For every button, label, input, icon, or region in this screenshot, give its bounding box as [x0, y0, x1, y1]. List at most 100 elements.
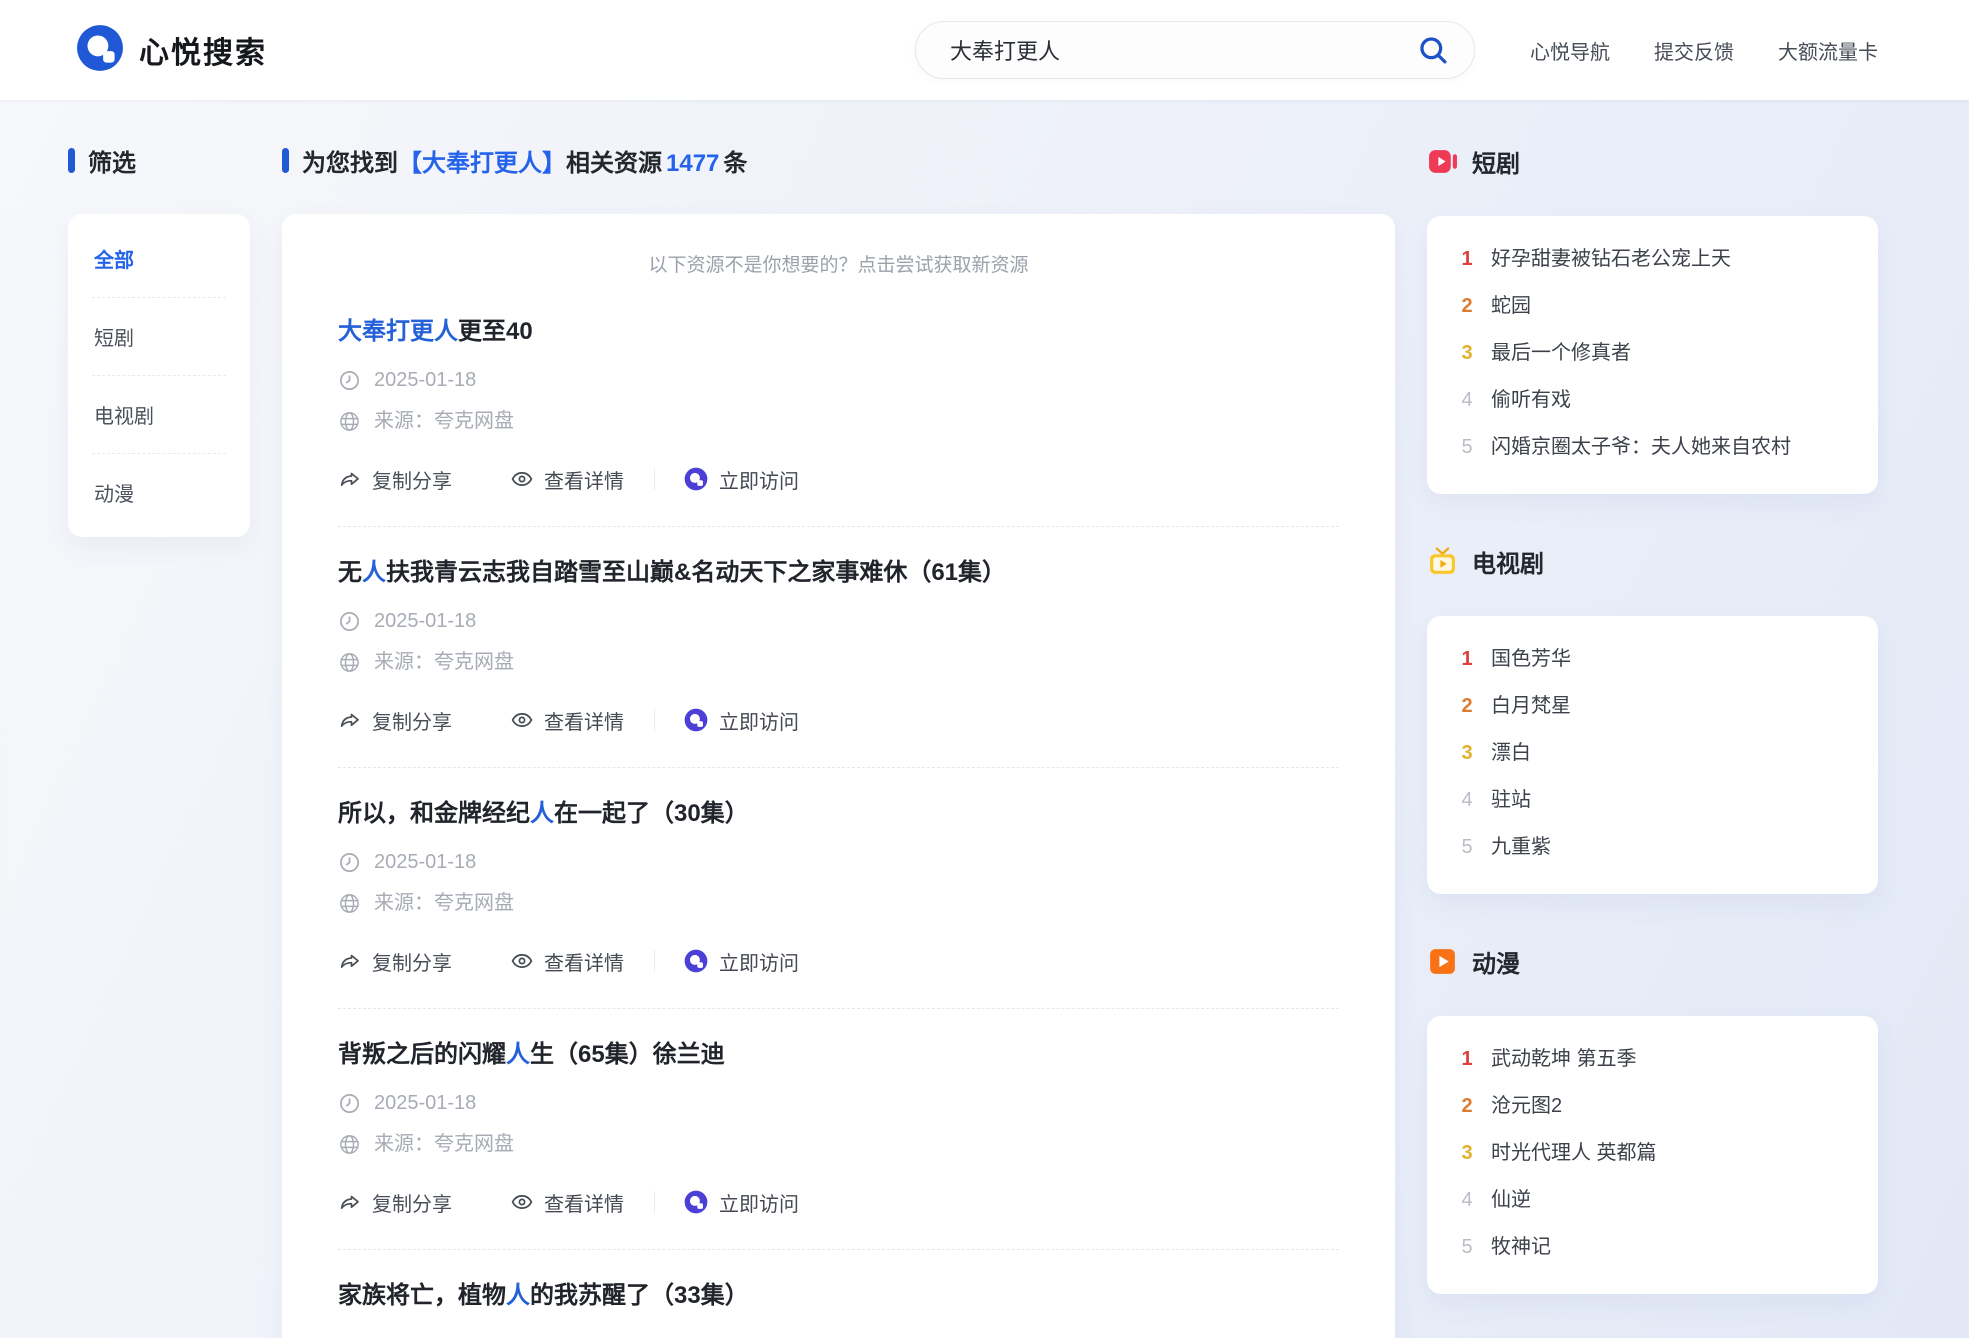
- title-text: 家族将亡，植物: [338, 1282, 506, 1309]
- vertical-divider: [654, 950, 655, 972]
- nav-link-feedback[interactable]: 提交反馈: [1654, 36, 1734, 65]
- ranking-title: 短剧: [1472, 144, 1520, 179]
- visit-icon: [683, 707, 709, 733]
- ranking-item[interactable]: 1武动乾坤 第五季: [1459, 1046, 1846, 1072]
- copy-share-label: 复制分享: [372, 706, 452, 735]
- view-details-button[interactable]: 查看详情: [510, 947, 624, 976]
- ranking-item[interactable]: 5闪婚京圈太子爷：夫人她来自农村: [1459, 434, 1846, 460]
- accent-bar: [282, 148, 289, 173]
- visit-now-button[interactable]: 立即访问: [683, 947, 799, 976]
- short-drama-icon: [1427, 146, 1458, 177]
- rank-label: 九重紫: [1491, 834, 1551, 860]
- result-title[interactable]: 无人扶我青云志我自踏雪至山巅&名动天下之家事难休（61集）: [338, 559, 1339, 587]
- ranking-item[interactable]: 2 白月梵星: [1459, 693, 1846, 719]
- result-title[interactable]: 所以，和金牌经纪人在一起了（30集）: [338, 800, 1339, 828]
- rank-number: 3: [1459, 340, 1475, 366]
- accent-bar: [68, 148, 75, 173]
- search-bar[interactable]: [915, 21, 1475, 79]
- rank-label: 国色芳华: [1491, 646, 1571, 672]
- view-details-button[interactable]: 查看详情: [510, 465, 624, 494]
- rank-label: 时光代理人 英都篇: [1491, 1140, 1657, 1166]
- ranking-item[interactable]: 3 最后一个修真者: [1459, 340, 1846, 366]
- ranking-item[interactable]: 3时光代理人 英都篇: [1459, 1140, 1846, 1166]
- copy-share-button[interactable]: 复制分享: [338, 1188, 452, 1217]
- rank-label: 好孕甜妻被钻石老公宠上天: [1491, 246, 1731, 272]
- copy-share-button[interactable]: 复制分享: [338, 947, 452, 976]
- highlighted-keyword: 人: [362, 559, 386, 586]
- visit-now-label: 立即访问: [719, 706, 799, 735]
- visit-now-button[interactable]: 立即访问: [683, 706, 799, 735]
- copy-share-button[interactable]: 复制分享: [338, 465, 452, 494]
- ranking-item[interactable]: 4驻站: [1459, 787, 1846, 813]
- result-title[interactable]: 家族将亡，植物人的我苏醒了（33集）: [338, 1282, 1339, 1310]
- rank-number: 5: [1459, 1234, 1475, 1260]
- search-icon[interactable]: [1416, 33, 1450, 67]
- ranking-header: 短剧: [1427, 146, 1878, 176]
- page-content: 筛选 全部短剧电视剧动漫 为您找到【大奉打更人】相关资源1477条 以下资源不是…: [0, 100, 1969, 1338]
- result-actions: 复制分享 查看详情 立即访问: [338, 705, 1339, 735]
- share-icon: [338, 708, 362, 732]
- clock-icon: [338, 369, 361, 392]
- rank-label: 最后一个修真者: [1491, 340, 1631, 366]
- view-details-button[interactable]: 查看详情: [510, 706, 624, 735]
- result-title[interactable]: 大奉打更人更至40: [338, 318, 1339, 346]
- ranking-item[interactable]: 2蛇园: [1459, 293, 1846, 319]
- ranking-item[interactable]: 1好孕甜妻被钻石老公宠上天: [1459, 246, 1846, 272]
- view-details-label: 查看详情: [544, 1188, 624, 1217]
- rank-label: 偷听有戏: [1491, 387, 1571, 413]
- vertical-divider: [654, 709, 655, 731]
- visit-icon: [683, 1189, 709, 1215]
- visit-now-label: 立即访问: [719, 1188, 799, 1217]
- rank-number: 4: [1459, 787, 1475, 813]
- visit-now-button[interactable]: 立即访问: [683, 465, 799, 494]
- result-actions: 复制分享 查看详情 立即访问: [338, 946, 1339, 976]
- clock-icon: [338, 610, 361, 633]
- result-date-row: 2025-01-18: [338, 367, 1339, 393]
- highlighted-keyword: 人: [506, 1282, 530, 1309]
- results-title: 为您找到【大奉打更人】相关资源1477条: [282, 146, 1395, 174]
- result-title[interactable]: 背叛之后的闪耀人生（65集）徐兰迪: [338, 1041, 1339, 1069]
- refresh-notice[interactable]: 以下资源不是你想要的？点击尝试获取新资源: [338, 254, 1339, 278]
- visit-now-button[interactable]: 立即访问: [683, 1188, 799, 1217]
- highlighted-keyword: 大奉打更人: [338, 318, 458, 345]
- filter-item-tv-drama[interactable]: 电视剧: [92, 376, 226, 454]
- ranking-item[interactable]: 5九重紫: [1459, 834, 1846, 860]
- search-result: 背叛之后的闪耀人生（65集）徐兰迪 2025-01-18 来源：夸克网盘复制分享 查看…: [338, 1041, 1339, 1250]
- filter-item-short-drama[interactable]: 短剧: [92, 298, 226, 376]
- ranking-item[interactable]: 4仙逆: [1459, 1187, 1846, 1213]
- ranking-card: 1武动乾坤 第五季 2沧元图2 3时光代理人 英都篇 4仙逆 5 牧神记: [1427, 1016, 1878, 1294]
- rank-label: 白月梵星: [1491, 693, 1571, 719]
- rank-number: 2: [1459, 693, 1475, 719]
- filter-item-all[interactable]: 全部: [92, 220, 226, 298]
- ranking-item[interactable]: 5 牧神记: [1459, 1234, 1846, 1260]
- filter-item-anime[interactable]: 动漫: [92, 454, 226, 531]
- eye-icon: [510, 708, 534, 732]
- ranking-card: 1国色芳华 2 白月梵星 3漂白 4驻站 5九重紫: [1427, 616, 1878, 894]
- ranking-item[interactable]: 4 偷听有戏: [1459, 387, 1846, 413]
- result-date: 2025-01-18: [374, 367, 476, 393]
- result-divider: [338, 767, 1339, 768]
- nav-link-xinyue-nav[interactable]: 心悦导航: [1530, 36, 1610, 65]
- search-input[interactable]: [950, 37, 1416, 63]
- rank-number: 1: [1459, 1046, 1475, 1072]
- brand-logo[interactable]: 心悦搜索: [75, 23, 267, 78]
- nav-link-data-card[interactable]: 大额流量卡: [1778, 36, 1878, 65]
- globe-icon: [338, 651, 361, 674]
- ranking-header: 电视剧: [1427, 546, 1878, 576]
- view-details-button[interactable]: 查看详情: [510, 1188, 624, 1217]
- ranking-item[interactable]: 1国色芳华: [1459, 646, 1846, 672]
- ranking-anime: 动漫1武动乾坤 第五季2沧元图23时光代理人 英都篇4仙逆5牧神记: [1427, 946, 1878, 1294]
- ranking-item[interactable]: 3漂白: [1459, 740, 1846, 766]
- copy-share-button[interactable]: 复制分享: [338, 706, 452, 735]
- copy-share-label: 复制分享: [372, 465, 452, 494]
- result-actions: 复制分享 查看详情 立即访问: [338, 1187, 1339, 1217]
- rank-label: 牧神记: [1491, 1234, 1551, 1260]
- rank-label: 蛇园: [1491, 293, 1531, 319]
- ranking-item[interactable]: 2沧元图2: [1459, 1093, 1846, 1119]
- vertical-divider: [654, 1191, 655, 1213]
- share-icon: [338, 949, 362, 973]
- results-panel: 为您找到【大奉打更人】相关资源1477条 以下资源不是你想要的？点击尝试获取新资…: [282, 146, 1395, 1338]
- rank-number: 4: [1459, 387, 1475, 413]
- result-date: 2025-01-18: [374, 1090, 476, 1116]
- result-source: 来源：夸克网盘: [374, 1131, 514, 1157]
